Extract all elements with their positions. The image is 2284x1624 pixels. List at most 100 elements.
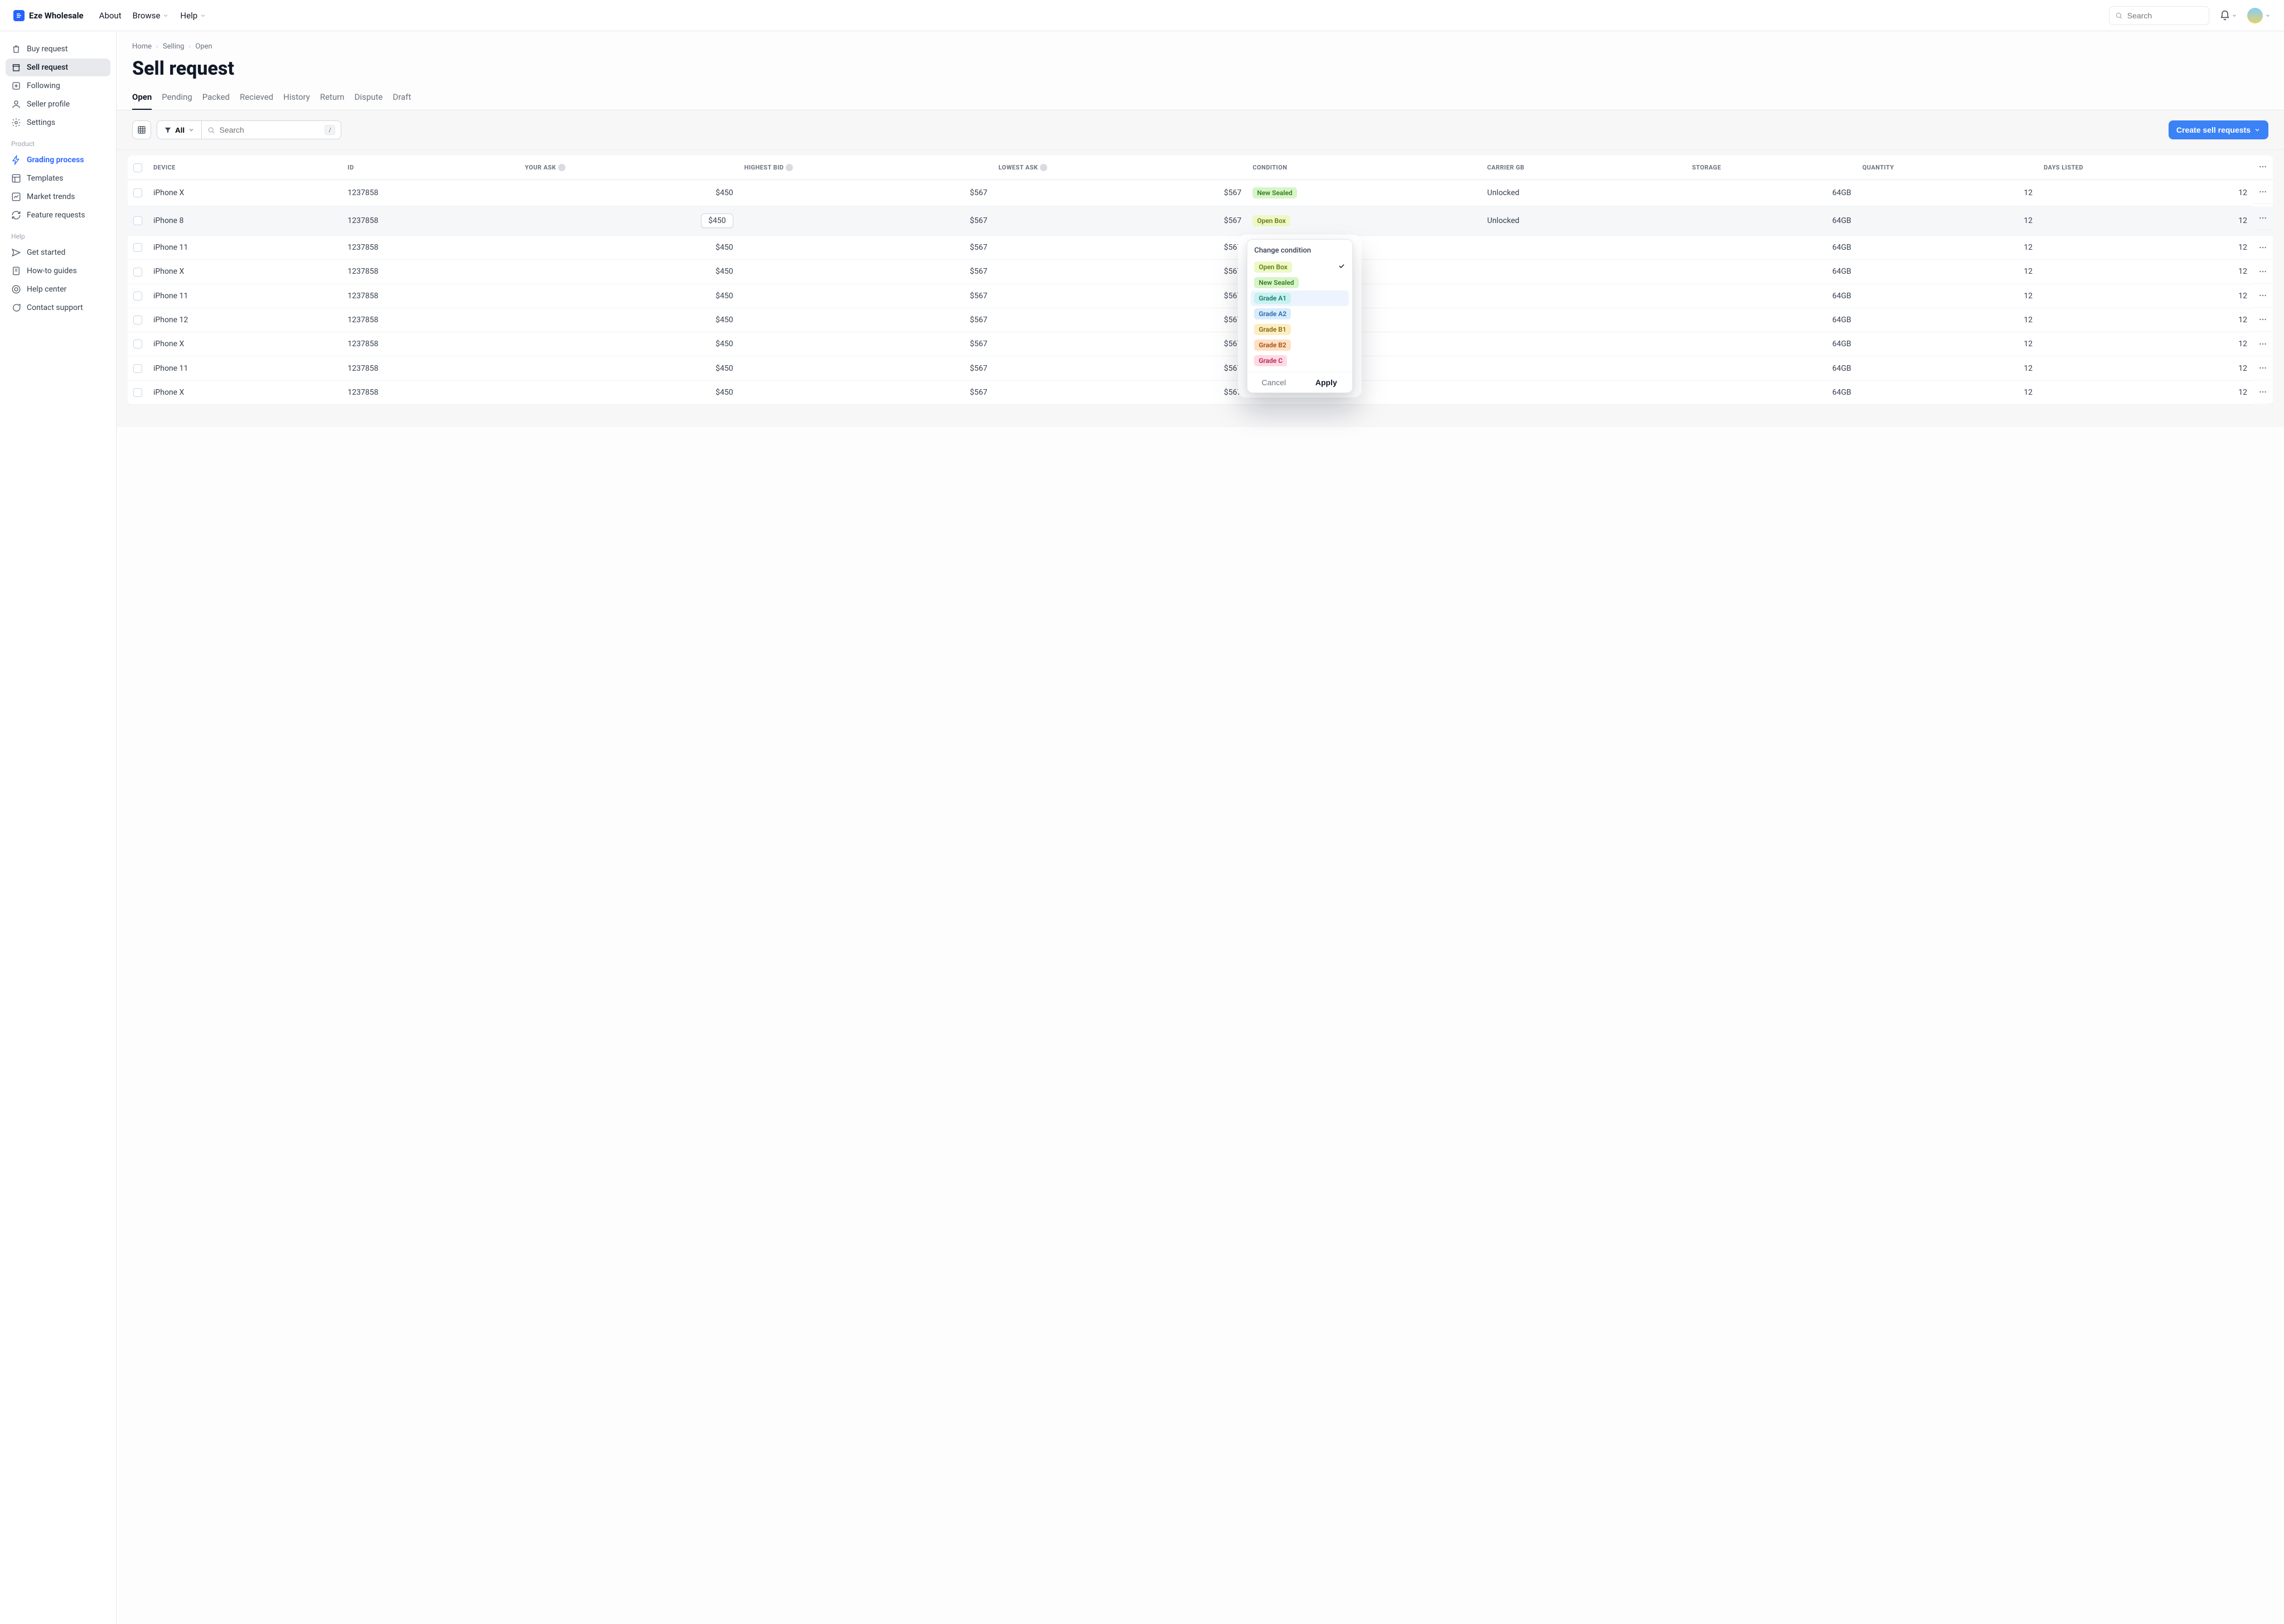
row-actions[interactable] <box>2253 380 2273 404</box>
sidebar-item-contact-support[interactable]: Contact support <box>6 299 110 317</box>
sidebar-item-sell-request[interactable]: Sell request <box>6 59 110 76</box>
sidebar-item-settings[interactable]: Settings <box>6 114 110 132</box>
sidebar-item-buy-request[interactable]: Buy request <box>6 40 110 58</box>
row-checkbox[interactable] <box>133 340 142 348</box>
table-row[interactable]: iPhone 111237858$450$567$56764GB1212 <box>128 236 2273 260</box>
chevron-down-icon <box>162 12 169 19</box>
tab-recieved[interactable]: Recieved <box>240 88 273 110</box>
filter-button[interactable]: All <box>157 120 202 139</box>
sidebar-item-how-to-guides[interactable]: How-to guides <box>6 262 110 280</box>
col-condition[interactable]: CONDITION <box>1247 156 1482 180</box>
table-row[interactable]: iPhone X1237858$450$567$567New SealedUnl… <box>128 180 2273 206</box>
tab-pending[interactable]: Pending <box>162 88 192 110</box>
nav-about[interactable]: About <box>99 11 122 21</box>
row-checkbox[interactable] <box>133 316 142 324</box>
col-carrier[interactable]: CARRIER GB <box>1482 156 1686 180</box>
condition-option[interactable]: Grade A2 <box>1251 306 1349 322</box>
crumb-home[interactable]: Home <box>132 42 152 51</box>
create-sell-requests-button[interactable]: Create sell requests <box>2169 120 2268 139</box>
row-actions[interactable] <box>2253 236 2273 260</box>
row-checkbox[interactable] <box>133 243 142 252</box>
col-highest-bid[interactable]: HIGHEST BID <box>739 156 993 180</box>
row-checkbox[interactable] <box>133 268 142 277</box>
condition-option[interactable]: Grade B1 <box>1251 322 1349 337</box>
ask-input[interactable]: $450 <box>701 214 733 228</box>
select-all-checkbox[interactable] <box>133 163 142 172</box>
cell-low: $567 <box>993 332 1247 356</box>
row-actions[interactable] <box>2253 180 2273 204</box>
row-checkbox[interactable] <box>133 216 142 225</box>
nav-browse[interactable]: Browse <box>133 11 170 21</box>
row-actions[interactable] <box>2253 332 2273 356</box>
sidebar-item-grading-process[interactable]: Grading process <box>6 151 110 169</box>
col-your-ask[interactable]: YOUR ASK <box>519 156 739 180</box>
col-storage[interactable]: STORAGE <box>1686 156 1856 180</box>
cell-days: 12 <box>2038 284 2253 308</box>
cell-qty: 12 <box>1857 356 2038 380</box>
sidebar-item-templates[interactable]: Templates <box>6 169 110 187</box>
cell-days: 12 <box>2038 206 2253 236</box>
col-actions[interactable] <box>2253 156 2273 180</box>
cell-days: 12 <box>2038 236 2253 260</box>
view-table-button[interactable] <box>132 120 151 139</box>
nav-help[interactable]: Help <box>180 11 206 21</box>
row-checkbox[interactable] <box>133 188 142 197</box>
global-search[interactable] <box>2109 6 2209 25</box>
tab-dispute[interactable]: Dispute <box>355 88 383 110</box>
row-actions[interactable] <box>2253 284 2273 308</box>
nav-browse-label: Browse <box>133 11 161 21</box>
condition-badge[interactable]: New Sealed <box>1252 187 1296 198</box>
condition-badge[interactable]: Open Box <box>1252 215 1290 226</box>
condition-option[interactable]: New Sealed <box>1251 275 1349 290</box>
col-device[interactable]: DEVICE <box>148 156 342 180</box>
table-search-input[interactable] <box>219 125 320 134</box>
table-search[interactable]: / <box>202 120 341 139</box>
col-label: YOUR ASK <box>525 164 556 171</box>
row-actions[interactable] <box>2253 206 2273 230</box>
table-row[interactable]: iPhone 111237858$450$567$56764GB1212 <box>128 356 2273 380</box>
popover-actions: Cancel Apply <box>1247 372 1352 392</box>
row-checkbox[interactable] <box>133 364 142 373</box>
tab-history[interactable]: History <box>283 88 310 110</box>
table-row[interactable]: iPhone 111237858$450$567$56764GB1212 <box>128 284 2273 308</box>
account-menu[interactable] <box>2247 8 2271 23</box>
row-actions[interactable] <box>2253 260 2273 284</box>
col-lowest-ask[interactable]: LOWEST ASK <box>993 156 1247 180</box>
row-actions[interactable] <box>2253 308 2273 332</box>
global-search-input[interactable] <box>2127 11 2203 20</box>
col-days-listed[interactable]: DAYS LISTED <box>2038 156 2253 180</box>
table-row[interactable]: iPhone X1237858$450$567$56764GB1212 <box>128 332 2273 356</box>
tab-open[interactable]: Open <box>132 88 152 110</box>
condition-option[interactable]: Open Box <box>1251 259 1349 275</box>
sidebar-item-get-started[interactable]: Get started <box>6 244 110 261</box>
tab-return[interactable]: Return <box>320 88 345 110</box>
table-row[interactable]: iPhone X1237858$450$567$56764GB1212 <box>128 260 2273 284</box>
table-row[interactable]: iPhone 121237858$450$567$56764GB1212 <box>128 308 2273 332</box>
cell-storage: 64GB <box>1686 308 1856 332</box>
condition-option[interactable]: Grade B2 <box>1251 337 1349 353</box>
col-id[interactable]: ID <box>342 156 519 180</box>
row-checkbox[interactable] <box>133 292 142 300</box>
sidebar-item-feature-requests[interactable]: Feature requests <box>6 206 110 224</box>
cancel-button[interactable]: Cancel <box>1247 372 1300 392</box>
condition-option[interactable]: Grade A1 <box>1251 290 1349 306</box>
tab-packed[interactable]: Packed <box>202 88 230 110</box>
apply-button[interactable]: Apply <box>1300 372 1352 392</box>
crumb-selling[interactable]: Selling <box>163 42 185 51</box>
table-row[interactable]: iPhone 81237858$450$567$567Open BoxUnloc… <box>128 206 2273 236</box>
cell-carrier <box>1482 332 1686 356</box>
sidebar-item-help-center[interactable]: Help center <box>6 280 110 298</box>
notifications-button[interactable] <box>2219 10 2237 21</box>
sidebar-item-market-trends[interactable]: Market trends <box>6 188 110 206</box>
row-checkbox[interactable] <box>133 388 142 397</box>
logo[interactable]: Eze Wholesale <box>13 10 84 21</box>
table-row[interactable]: iPhone X1237858$450$567$56764GB1212 <box>128 380 2273 404</box>
cell-storage: 64GB <box>1686 380 1856 404</box>
col-quantity[interactable]: QUANTITY <box>1857 156 2038 180</box>
row-actions[interactable] <box>2253 356 2273 380</box>
sidebar-item-seller-profile[interactable]: Seller profile <box>6 95 110 113</box>
tab-draft[interactable]: Draft <box>393 88 411 110</box>
sidebar-item-following[interactable]: Following <box>6 77 110 95</box>
condition-option[interactable]: Grade C <box>1251 353 1349 369</box>
cell-ask: $450 <box>519 260 739 284</box>
